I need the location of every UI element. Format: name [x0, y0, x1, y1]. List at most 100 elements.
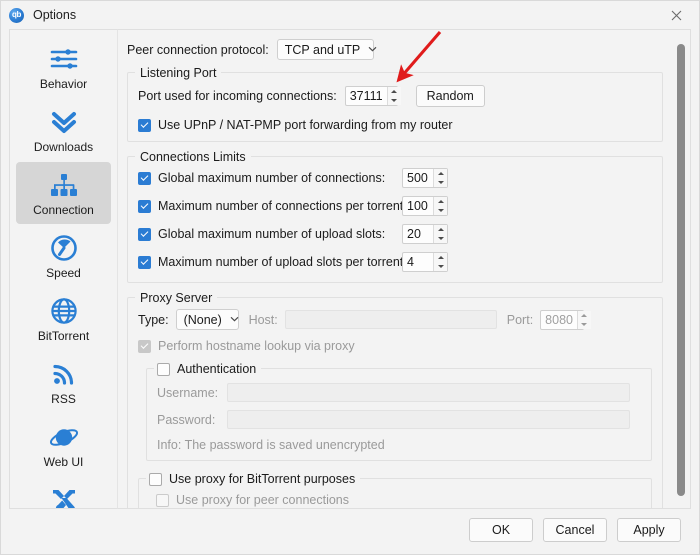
limit-row[interactable]: Maximum number of upload slots per torre… [138, 252, 652, 272]
spin-down-icon[interactable] [434, 234, 447, 243]
scrollbar-thumb[interactable] [677, 44, 685, 496]
max-connections-per-torrent-spinbox[interactable]: 100 [402, 196, 448, 216]
sidebar-item-label: BitTorrent [37, 329, 90, 343]
limit-row[interactable]: Maximum number of connections per torren… [138, 196, 652, 216]
global-max-upload-slots-spinbox[interactable]: 20 [402, 224, 448, 244]
limit-value: 500 [407, 171, 428, 185]
peer-protocol-value: TCP and uTP [284, 42, 361, 57]
hostname-lookup-checkbox [138, 339, 151, 353]
max-connections-per-torrent-checkbox[interactable] [138, 199, 151, 213]
close-window-button[interactable] [654, 1, 699, 29]
sidebar-item-label: Downloads [33, 140, 94, 154]
spin-up-icon[interactable] [388, 87, 401, 96]
settings-pane-wrapper: Peer connection protocol: TCP and uTP Li… [117, 29, 691, 509]
sidebar-item-behavior[interactable]: Behavior [16, 36, 111, 98]
spin-down-icon[interactable] [434, 206, 447, 215]
spin-buttons[interactable] [433, 197, 447, 215]
proxy-host-input[interactable] [284, 310, 497, 329]
spin-up-icon[interactable] [434, 225, 447, 234]
upnp-checkbox[interactable] [138, 118, 151, 132]
spin-down-icon[interactable] [434, 178, 447, 187]
random-port-button[interactable]: Random [415, 85, 485, 107]
pane-scrollbar[interactable] [673, 30, 690, 508]
chevron-down-icon [368, 45, 377, 54]
spin-buttons[interactable] [576, 310, 591, 329]
username-label: Username: [157, 385, 219, 400]
window-title: Options [33, 8, 77, 22]
proxy-port-spinbox[interactable]: 8080 [540, 309, 591, 330]
ok-button[interactable]: OK [469, 517, 533, 542]
listening-port-title: Listening Port [135, 65, 222, 81]
username-input[interactable] [227, 383, 630, 402]
port-spin-buttons[interactable] [386, 87, 401, 105]
hostname-lookup-row: Perform hostname lookup via proxy [138, 339, 652, 353]
sidebar-item-label: Connection [33, 203, 94, 217]
spin-buttons[interactable] [433, 225, 447, 243]
connection-settings-pane: Peer connection protocol: TCP and uTP Li… [118, 30, 673, 508]
apply-button[interactable]: Apply [617, 517, 681, 542]
limit-value: 100 [407, 199, 428, 213]
port-spinbox[interactable]: 37111 [344, 86, 401, 106]
use-proxy-bittorrent-checkbox[interactable] [149, 472, 162, 486]
sidebar-item-rss[interactable]: RSS [16, 351, 111, 413]
spin-up-icon[interactable] [434, 197, 447, 206]
sidebar-item-advanced[interactable]: Advanced [16, 477, 111, 508]
proxy-server-group: Proxy Server Type: (None) Host: Port: 80… [127, 290, 663, 508]
spin-up-icon[interactable] [434, 253, 447, 262]
spin-down-icon[interactable] [434, 262, 447, 271]
port-value: 37111 [349, 89, 383, 103]
sidebar-item-bittorrent[interactable]: BitTorrent [16, 288, 111, 350]
limit-label: Maximum number of upload slots per torre… [158, 255, 407, 269]
sliders-icon [49, 44, 79, 74]
authentication-checkbox[interactable] [157, 362, 170, 376]
upnp-row[interactable]: Use UPnP / NAT-PMP port forwarding from … [138, 118, 652, 132]
limit-row[interactable]: Global maximum number of connections: 50… [138, 168, 652, 188]
limit-row[interactable]: Global maximum number of upload slots: 2… [138, 224, 652, 244]
authentication-label: Authentication [177, 362, 257, 376]
proxy-host-label: Host: [248, 312, 278, 327]
use-proxy-peer-checkbox [156, 493, 169, 507]
peer-protocol-select[interactable]: TCP and uTP [276, 39, 377, 60]
title-bar: qb Options [1, 1, 699, 29]
password-input[interactable] [227, 410, 630, 429]
authentication-group: Authentication Username: Password: Info:… [146, 361, 652, 461]
options-dialog: qb Options Behavior Downloads Connection… [0, 0, 700, 555]
sidebar-item-label: Speed [46, 266, 81, 280]
port-row: Port used for incoming connections: 3711… [138, 85, 652, 107]
max-upload-slots-per-torrent-checkbox[interactable] [138, 255, 151, 269]
global-max-connections-checkbox[interactable] [138, 171, 151, 185]
sidebar-item-downloads[interactable]: Downloads [16, 99, 111, 161]
authentication-header[interactable]: Authentication [154, 361, 262, 377]
limit-value: 4 [407, 255, 414, 269]
cancel-button[interactable]: Cancel [543, 517, 607, 542]
proxy-type-value: (None) [183, 312, 222, 327]
connections-limits-title: Connections Limits [135, 149, 251, 165]
limit-label: Global maximum number of upload slots: [158, 227, 386, 241]
spin-up-icon[interactable] [578, 311, 591, 320]
spin-buttons[interactable] [433, 169, 447, 187]
use-proxy-bittorrent-header[interactable]: Use proxy for BitTorrent purposes [146, 471, 361, 487]
sidebar-item-speed[interactable]: Speed [16, 225, 111, 287]
qbittorrent-logo-icon: qb [9, 7, 24, 23]
use-proxy-bittorrent-group: Use proxy for BitTorrent purposes Use pr… [138, 471, 652, 508]
upnp-label: Use UPnP / NAT-PMP port forwarding from … [158, 118, 453, 132]
proxy-type-row: Type: (None) Host: Port: 8080 [138, 309, 652, 330]
password-label: Password: [157, 412, 216, 427]
proxy-type-select[interactable]: (None) [175, 309, 239, 330]
sidebar-item-label: Behavior [39, 77, 88, 91]
sidebar-item-label: RSS [51, 392, 76, 406]
max-upload-slots-per-torrent-spinbox[interactable]: 4 [402, 252, 448, 272]
global-max-upload-slots-checkbox[interactable] [138, 227, 151, 241]
password-info-text: Info: The password is saved unencrypted [157, 438, 385, 452]
spin-up-icon[interactable] [434, 169, 447, 178]
sidebar-item-connection[interactable]: Connection [16, 162, 111, 224]
spin-down-icon[interactable] [578, 320, 591, 329]
global-max-connections-spinbox[interactable]: 500 [402, 168, 448, 188]
sidebar-item-web-ui[interactable]: Web UI [16, 414, 111, 476]
close-icon [671, 10, 682, 20]
username-row: Username: [157, 383, 641, 402]
chevron-down-icon [230, 315, 239, 324]
spin-buttons[interactable] [433, 253, 447, 271]
spin-down-icon[interactable] [388, 96, 401, 105]
hostname-lookup-label: Perform hostname lookup via proxy [158, 339, 355, 353]
